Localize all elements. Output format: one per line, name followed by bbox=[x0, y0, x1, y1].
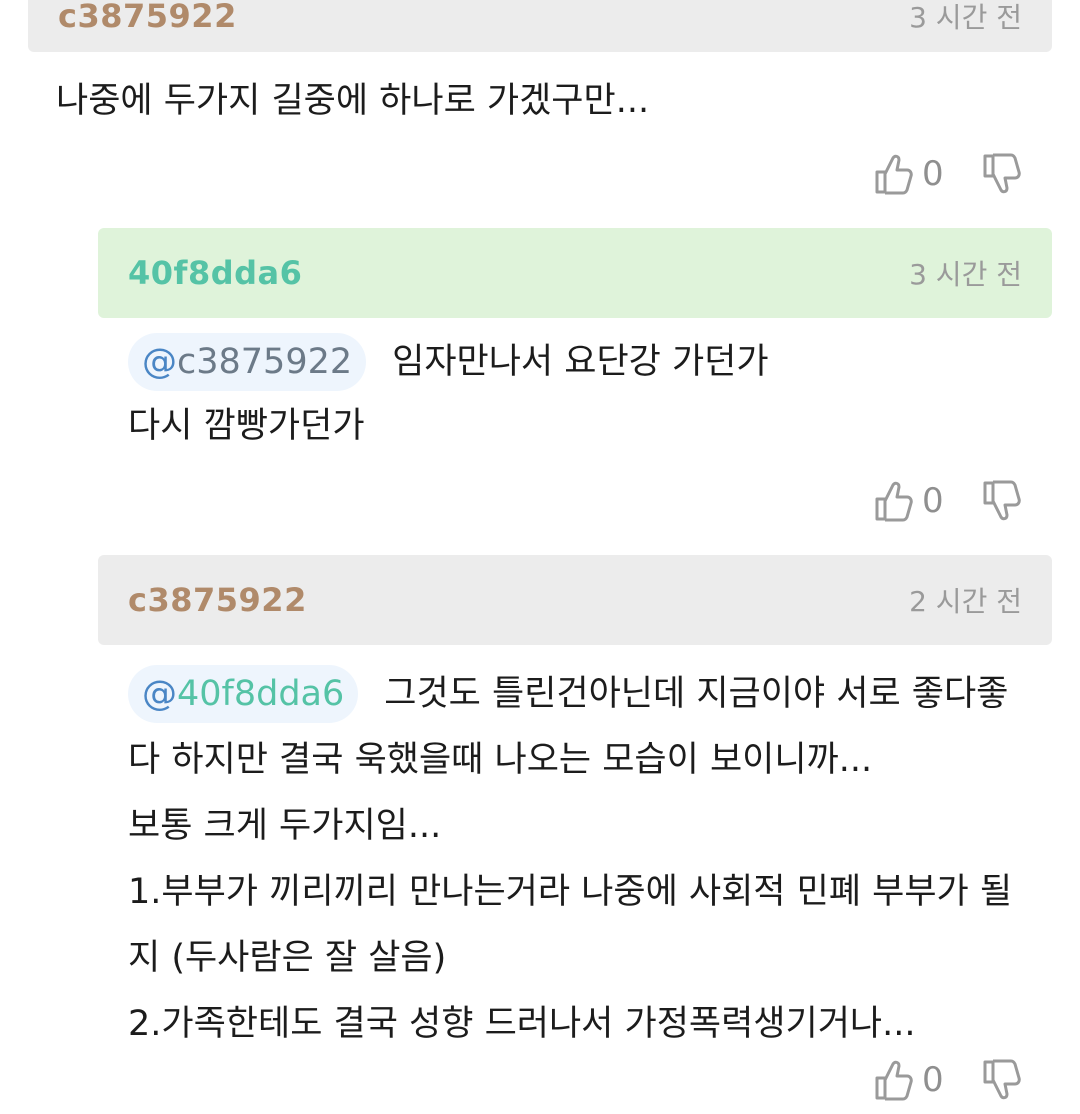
thumbs-down-icon[interactable] bbox=[982, 1058, 1022, 1102]
comment-timestamp: 3 시간 전 bbox=[909, 1, 1022, 34]
comment-text: 임자만나서 요단강 가던가 bbox=[392, 342, 769, 382]
comment-text: 2.가족한테도 결국 성향 드러나서 가정폭력생기거나... bbox=[128, 1004, 916, 1044]
comment-text: 다시 깜빵가던가 bbox=[128, 406, 365, 446]
comment-header: 40f8dda6 3 시간 전 bbox=[98, 228, 1052, 318]
comment-actions: 0 bbox=[874, 479, 1022, 523]
comment-text: 보통 크게 두가지임... bbox=[128, 806, 442, 846]
comment-header: c3875922 2 시간 전 bbox=[98, 555, 1052, 645]
comment-timestamp: 2 시간 전 bbox=[909, 585, 1022, 618]
mention-username: c3875922 bbox=[177, 342, 353, 382]
comment-line: @40f8dda6 그것도 틀린건아닌데 지금이야 서로 좋다좋 bbox=[128, 661, 1068, 727]
thumbs-up-icon[interactable] bbox=[874, 1058, 914, 1102]
comment-username[interactable]: c3875922 bbox=[128, 581, 307, 619]
thumbs-down-icon[interactable] bbox=[982, 152, 1022, 196]
comment-timestamp: 3 시간 전 bbox=[909, 258, 1022, 291]
comment-text: 그것도 틀린건아닌데 지금이야 서로 좋다좋 bbox=[384, 674, 1009, 714]
thumbs-up-icon[interactable] bbox=[874, 479, 914, 523]
comment-text: 나중에 두가지 길중에 하나로 가겠구만... bbox=[56, 81, 650, 121]
comment-body: @40f8dda6 그것도 틀린건아닌데 지금이야 서로 좋다좋 다 하지만 결국… bbox=[128, 661, 1068, 1057]
comment-actions: 0 bbox=[874, 152, 1022, 196]
thumbs-down-icon[interactable] bbox=[982, 479, 1022, 523]
comment-username[interactable]: c3875922 bbox=[58, 0, 237, 35]
like-count: 0 bbox=[922, 1060, 944, 1100]
like-count: 0 bbox=[922, 481, 944, 521]
thumbs-up-icon[interactable] bbox=[874, 152, 914, 196]
mention-username: 40f8dda6 bbox=[177, 674, 345, 714]
mention-chip[interactable]: @40f8dda6 bbox=[128, 665, 359, 723]
comment-header: c3875922 3 시간 전 bbox=[28, 0, 1052, 52]
comment-actions: 0 bbox=[874, 1058, 1022, 1102]
like-count: 0 bbox=[922, 154, 944, 194]
comment-username[interactable]: 40f8dda6 bbox=[128, 254, 302, 292]
comment-text: 1.부부가 끼리끼리 만나는거라 나중에 사회적 민폐 부부가 될 bbox=[128, 872, 1013, 912]
comment-line: @c3875922 임자만나서 요단강 가던가 bbox=[128, 333, 1038, 391]
comment-text: 지 (두사람은 잘 살음) bbox=[128, 938, 447, 978]
comment-text: 다 하지만 결국 욱했을때 나오는 모습이 보이니까... bbox=[128, 740, 873, 780]
mention-chip[interactable]: @c3875922 bbox=[128, 333, 367, 391]
comment-body: @c3875922 임자만나서 요단강 가던가 다시 깜빵가던가 bbox=[128, 333, 1038, 455]
